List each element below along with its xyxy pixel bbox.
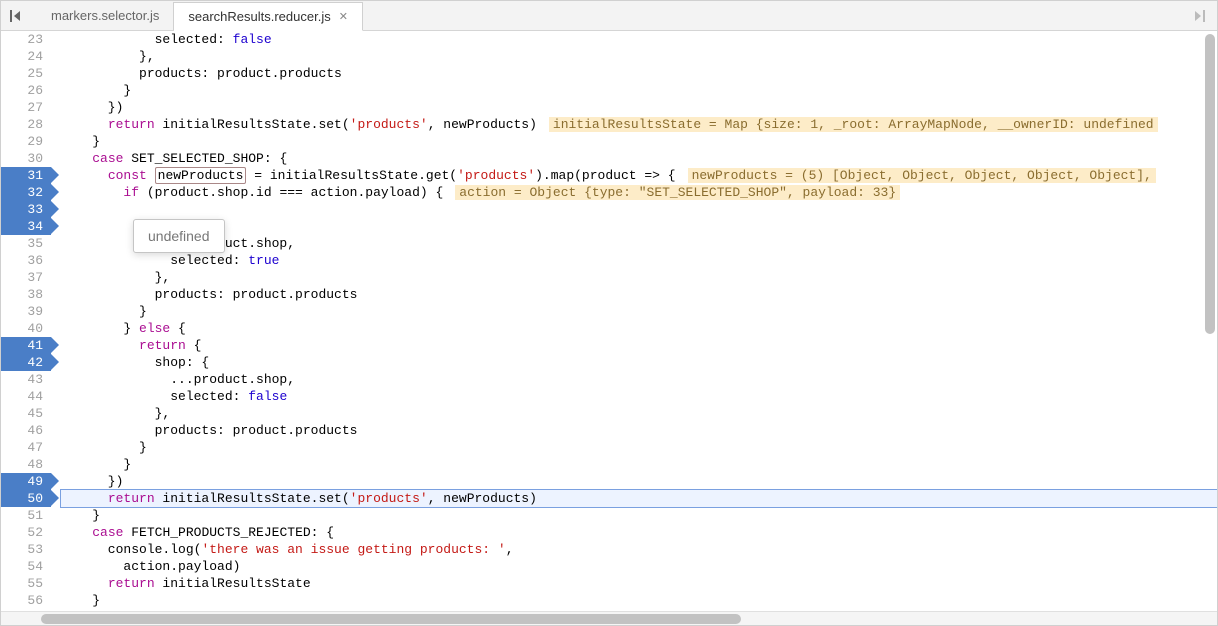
gutter-line[interactable]: 27 [15, 99, 43, 116]
code-line[interactable] [61, 218, 1217, 235]
gutter-line[interactable]: 47 [15, 439, 43, 456]
code-line[interactable]: }, [61, 48, 1217, 65]
gutter-line[interactable]: 34 [1, 218, 51, 235]
gutter-line[interactable]: 31 [1, 167, 51, 184]
code-line[interactable]: } [61, 456, 1217, 473]
tab-label: markers.selector.js [51, 8, 159, 23]
code-line[interactable]: } [61, 507, 1217, 524]
code-line[interactable]: } else { [61, 320, 1217, 337]
gutter-line[interactable]: 43 [15, 371, 43, 388]
code-line[interactable]: return { [61, 337, 1217, 354]
code-line[interactable]: ...product.shop, [61, 235, 1217, 252]
inline-debug-value: action = Object {type: "SET_SELECTED_SHO… [455, 185, 900, 200]
gutter-line[interactable]: 33 [1, 201, 51, 218]
code-line[interactable]: selected: false [61, 388, 1217, 405]
gutter-line[interactable]: 53 [15, 541, 43, 558]
gutter-line[interactable]: 55 [15, 575, 43, 592]
gutter-line[interactable]: 56 [15, 592, 43, 609]
code-line[interactable]: shop: { [61, 354, 1217, 371]
code-line[interactable]: selected: false [61, 31, 1217, 48]
gutter-line[interactable]: 40 [15, 320, 43, 337]
gutter-line[interactable]: 24 [15, 48, 43, 65]
code-line[interactable]: } [61, 303, 1217, 320]
close-icon[interactable]: ✕ [339, 10, 348, 23]
line-gutter: 2324252627282930313233343536373839404142… [1, 31, 51, 611]
tab-bar: markers.selector.js searchResults.reduce… [1, 1, 1217, 31]
tab-active[interactable]: searchResults.reducer.js ✕ [174, 2, 363, 31]
code-line[interactable]: } [61, 82, 1217, 99]
code-line[interactable]: return initialResultsState [61, 575, 1217, 592]
gutter-line[interactable]: 38 [15, 286, 43, 303]
code-line[interactable]: case FETCH_PRODUCTS_REJECTED: { [61, 524, 1217, 541]
code-line[interactable]: if (product.shop.id === action.payload) … [61, 184, 1217, 201]
gutter-line[interactable]: 51 [15, 507, 43, 524]
code-line[interactable]: }) [61, 99, 1217, 116]
horizontal-scroll-thumb[interactable] [41, 614, 741, 624]
code-line[interactable]: products: product.products [61, 65, 1217, 82]
code-line[interactable]: } [61, 592, 1217, 609]
gutter-line[interactable]: 25 [15, 65, 43, 82]
gutter-line[interactable]: 45 [15, 405, 43, 422]
hover-tooltip: undefined [133, 219, 225, 253]
code-line[interactable]: } [61, 133, 1217, 150]
code-line[interactable]: const newProducts = initialResultsState.… [61, 167, 1217, 184]
tooltip-text: undefined [148, 228, 210, 244]
gutter-line[interactable]: 42 [1, 354, 51, 371]
tab-label: searchResults.reducer.js [188, 9, 330, 24]
tab-inactive[interactable]: markers.selector.js [37, 2, 174, 30]
code-line[interactable]: ...product.shop, [61, 371, 1217, 388]
gutter-line[interactable]: 37 [15, 269, 43, 286]
code-line[interactable]: action.payload) [61, 558, 1217, 575]
gutter-line[interactable]: 30 [15, 150, 43, 167]
code-line[interactable]: return initialResultsState.set('products… [61, 116, 1217, 133]
gutter-line[interactable]: 36 [15, 252, 43, 269]
gutter-line[interactable]: 39 [15, 303, 43, 320]
code-area[interactable]: selected: false }, products: product.pro… [51, 31, 1217, 611]
gutter-line[interactable]: 32 [1, 184, 51, 201]
nav-forward-icon[interactable] [1185, 10, 1209, 22]
code-line[interactable]: }) [61, 473, 1217, 490]
code-line[interactable]: selected: true [61, 252, 1217, 269]
vertical-scrollbar[interactable] [1204, 30, 1216, 612]
code-editor[interactable]: 2324252627282930313233343536373839404142… [1, 31, 1217, 611]
gutter-line[interactable]: 35 [15, 235, 43, 252]
gutter-line[interactable]: 44 [15, 388, 43, 405]
inline-debug-value: initialResultsState = Map {size: 1, _roo… [549, 117, 1158, 132]
gutter-line[interactable]: 29 [15, 133, 43, 150]
code-line[interactable]: }, [61, 269, 1217, 286]
gutter-line[interactable]: 50 [1, 490, 51, 507]
nav-back-icon[interactable] [9, 7, 27, 25]
gutter-line[interactable]: 28 [15, 116, 43, 133]
code-line[interactable]: } [61, 439, 1217, 456]
code-line[interactable] [61, 201, 1217, 218]
gutter-line[interactable]: 54 [15, 558, 43, 575]
inline-debug-value: newProducts = (5) [Object, Object, Objec… [688, 168, 1156, 183]
horizontal-scrollbar[interactable] [1, 611, 1217, 625]
code-line[interactable]: products: product.products [61, 286, 1217, 303]
gutter-line[interactable]: 52 [15, 524, 43, 541]
code-line[interactable]: console.log('there was an issue getting … [61, 541, 1217, 558]
tabs: markers.selector.js searchResults.reduce… [37, 2, 1185, 30]
code-line[interactable]: case SET_SELECTED_SHOP: { [61, 150, 1217, 167]
gutter-line[interactable]: 48 [15, 456, 43, 473]
gutter-line[interactable]: 23 [15, 31, 43, 48]
code-line[interactable]: return initialResultsState.set('products… [61, 490, 1217, 507]
code-line[interactable]: }, [61, 405, 1217, 422]
vertical-scroll-thumb[interactable] [1205, 34, 1215, 334]
gutter-line[interactable]: 41 [1, 337, 51, 354]
gutter-line[interactable]: 49 [1, 473, 51, 490]
gutter-line[interactable]: 46 [15, 422, 43, 439]
code-line[interactable]: products: product.products [61, 422, 1217, 439]
gutter-line[interactable]: 26 [15, 82, 43, 99]
editor-container: markers.selector.js searchResults.reduce… [0, 0, 1218, 626]
